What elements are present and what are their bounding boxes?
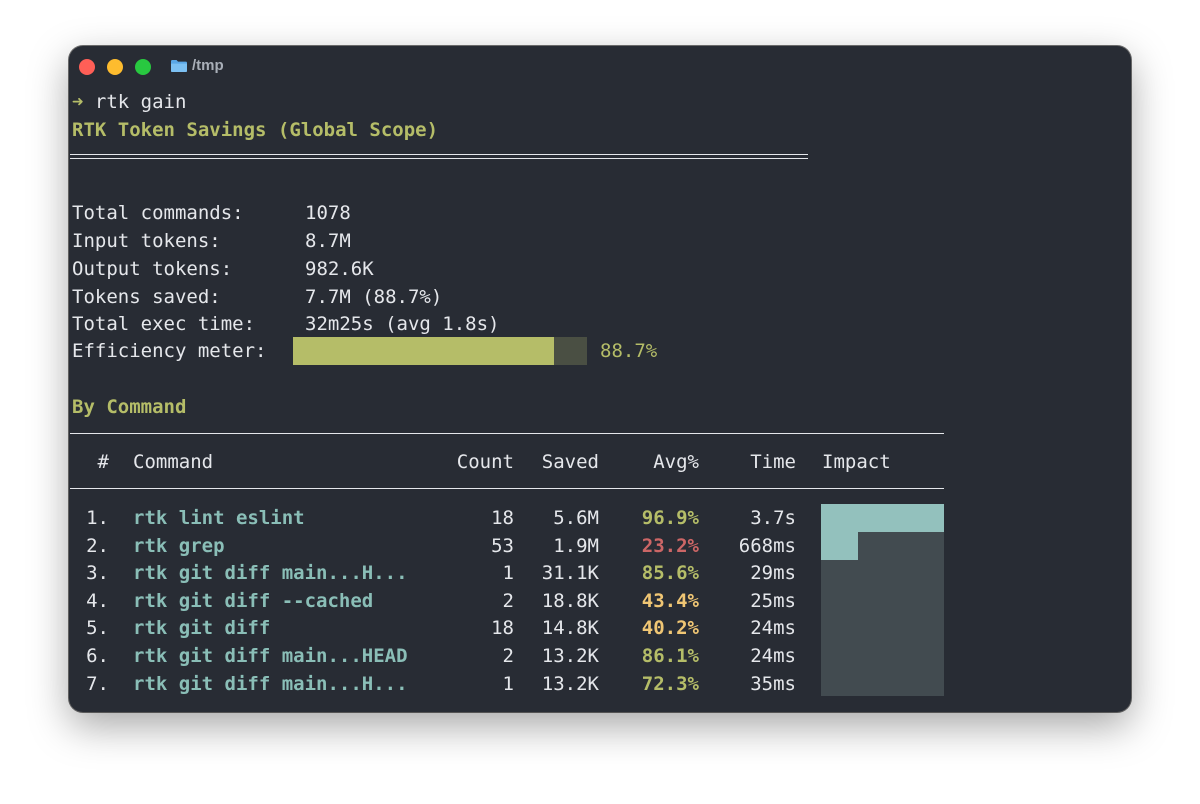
stat-total-commands-value: 1078 <box>305 202 351 224</box>
row-saved: 31.1K <box>541 562 599 585</box>
stat-output-tokens-label: Output tokens: <box>72 258 233 280</box>
row-avg: 72.3% <box>641 672 699 695</box>
stat-input-tokens-label: Input tokens: <box>72 230 221 252</box>
row-avg: 43.4% <box>641 589 699 612</box>
efficiency-meter-value: 88.7% <box>600 340 658 362</box>
row-saved: 14.8K <box>541 617 599 640</box>
stat-exec-time-value: 32m25s (avg 1.8s) <box>305 313 500 335</box>
row-saved: 13.2K <box>541 672 599 695</box>
efficiency-meter-fill <box>293 337 554 365</box>
row-avg: 40.2% <box>641 617 699 640</box>
stat-input-tokens-value: 8.7M <box>305 230 351 252</box>
row-saved: 13.2K <box>541 645 599 667</box>
title-divider <box>70 154 808 159</box>
row-num: 6. <box>86 645 109 667</box>
row-avg: 96.9% <box>641 507 699 529</box>
efficiency-meter-label: Efficiency meter: <box>72 340 267 362</box>
table-header-divider <box>70 488 944 489</box>
row-avg: 86.1% <box>641 645 699 667</box>
stat-tokens-saved-label: Tokens saved: <box>72 286 221 308</box>
col-header-command: Command <box>133 451 214 473</box>
stat-output-tokens-value: 982.6K <box>305 258 374 280</box>
col-header-saved: Saved <box>541 451 599 473</box>
row-command: rtk git diff --cached <box>133 589 374 612</box>
row-count: 1 <box>502 672 514 695</box>
stat-total-commands-label: Total commands: <box>72 202 244 224</box>
impact-bar <box>821 531 858 560</box>
by-command-heading: By Command <box>72 396 187 418</box>
row-command: rtk lint eslint <box>133 507 305 529</box>
terminal-output[interactable]: ➜ rtk gain RTK Token Savings (Global Sco… <box>69 46 1131 712</box>
row-time: 3.7s <box>750 507 796 529</box>
row-num: 2. <box>86 534 109 557</box>
row-count: 1 <box>502 562 514 585</box>
row-command: rtk git diff main...HEAD <box>133 645 408 667</box>
col-header-time: Time <box>750 451 796 473</box>
row-saved: 1.9M <box>553 534 599 557</box>
row-saved: 5.6M <box>553 507 599 529</box>
row-command: rtk git diff main...H... <box>133 672 408 695</box>
row-num: 4. <box>86 589 109 612</box>
prompt-command: rtk gain <box>94 91 187 113</box>
row-time: 24ms <box>750 617 796 640</box>
row-count: 18 <box>491 617 514 640</box>
report-title: RTK Token Savings (Global Scope) <box>72 119 439 141</box>
row-saved: 18.8K <box>541 589 599 612</box>
row-command: rtk git diff main...H... <box>133 562 408 585</box>
row-num: 1. <box>86 507 109 529</box>
row-command: rtk git diff <box>133 617 271 640</box>
stat-exec-time-label: Total exec time: <box>72 313 256 335</box>
row-num: 7. <box>86 672 109 695</box>
impact-bar <box>821 504 944 532</box>
row-num: 3. <box>86 562 109 585</box>
row-time: 29ms <box>750 562 796 585</box>
prompt-line: ➜ rtk gain <box>72 91 186 113</box>
row-avg: 23.2% <box>641 534 699 557</box>
efficiency-meter <box>293 337 587 365</box>
row-count: 2 <box>502 589 514 612</box>
row-count: 53 <box>491 534 514 557</box>
row-avg: 85.6% <box>641 562 699 585</box>
col-header-count: Count <box>456 451 514 473</box>
col-header-avg: Avg% <box>653 451 699 473</box>
col-header-num: # <box>97 451 109 473</box>
row-count: 18 <box>491 507 514 529</box>
row-time: 25ms <box>750 589 796 612</box>
row-command: rtk grep <box>133 534 225 557</box>
prompt-arrow: ➜ <box>72 91 84 113</box>
table-top-divider <box>70 433 944 434</box>
row-time: 24ms <box>750 645 796 667</box>
row-time: 35ms <box>750 672 796 695</box>
row-num: 5. <box>86 617 109 640</box>
terminal-window: /tmp ➜ rtk gain RTK Token Savings (Globa… <box>69 46 1131 712</box>
row-time: 668ms <box>738 534 796 557</box>
row-count: 2 <box>502 645 514 667</box>
stat-tokens-saved-value: 7.7M (88.7%) <box>305 286 443 308</box>
col-header-impact: Impact <box>822 451 891 473</box>
